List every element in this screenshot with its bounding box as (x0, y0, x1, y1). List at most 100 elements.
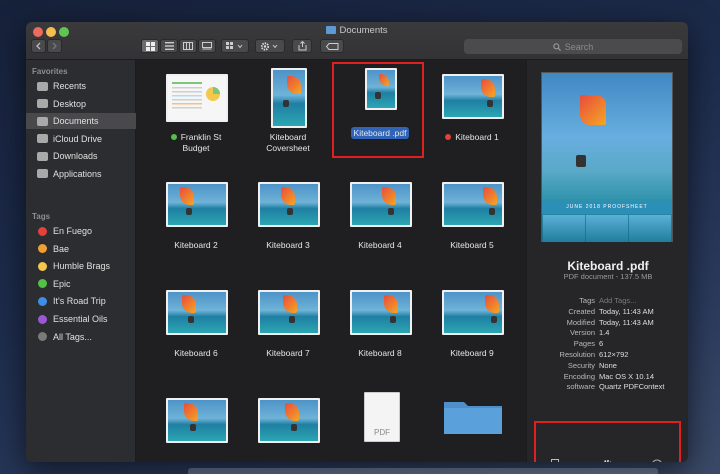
sidebar-item-desktop[interactable]: Desktop (26, 96, 136, 112)
share-button[interactable] (292, 39, 312, 53)
kite-image (580, 95, 606, 125)
file-name-label: Kiteboard 7 (240, 348, 336, 359)
desktop-icon (37, 99, 48, 108)
file-item[interactable] (148, 386, 244, 462)
sidebar-item-documents[interactable]: Documents (26, 113, 136, 129)
window-title-text: Documents (339, 25, 388, 36)
kiteboard-photo (350, 290, 412, 335)
file-name-label: Kiteboard 1 (424, 132, 520, 143)
sidebar-tag-bae[interactable]: Bae (26, 241, 136, 257)
quick-actions-highlight (534, 421, 681, 462)
back-button[interactable] (31, 39, 46, 53)
file-name-text: Kiteboard 4 (358, 240, 402, 250)
file-name-text: Kiteboard 8 (358, 348, 402, 358)
tags-heading: Tags (32, 212, 51, 221)
icon-view-button[interactable] (141, 39, 159, 53)
search-field[interactable]: Search (464, 39, 682, 54)
preview-file-kind: PDF document - 137.5 MB (563, 272, 653, 281)
column-view-button[interactable] (179, 39, 197, 53)
proof-photo-3 (629, 215, 671, 242)
action-menu-button[interactable] (255, 39, 285, 53)
metadata-value: 6 (599, 339, 604, 349)
file-item[interactable]: Kiteboard 7 (240, 278, 336, 378)
applications-icon (37, 169, 48, 178)
sidebar-item-recents[interactable]: Recents (26, 78, 136, 94)
sidebar-tag-it-s-road-trip[interactable]: It's Road Trip (26, 293, 136, 309)
file-item[interactable] (424, 386, 520, 462)
folder-icon (326, 26, 337, 34)
kiteboard-photo (166, 290, 228, 335)
file-name-text: Kiteboard 9 (450, 348, 494, 358)
metadata-value: Mac OS X 10.14 (599, 371, 655, 381)
file-item[interactable]: Kiteboard 2 (148, 170, 244, 270)
search-icon (552, 42, 561, 51)
gallery-view-icon (202, 42, 212, 50)
proofsheet-banner: JUNE 2018 PROOFSHEET (542, 201, 672, 214)
sidebar-tag-en-fuego[interactable]: En Fuego (26, 223, 136, 239)
file-item[interactable]: Kiteboard Coversheet (240, 62, 336, 162)
file-item[interactable]: Kiteboard 1 (424, 62, 520, 162)
favorites-heading: Favorites (32, 67, 68, 76)
file-name-text: Kiteboard 3 (266, 240, 310, 250)
window-title: Documents (26, 25, 688, 36)
forward-button[interactable] (47, 39, 62, 53)
group-by-button[interactable] (221, 39, 249, 53)
metadata-key: Security (567, 360, 595, 370)
sidebar-item-applications[interactable]: Applications (26, 166, 136, 182)
file-name-label: Kiteboard 4 (332, 240, 428, 251)
preview-thumbnail: JUNE 2018 PROOFSHEET (541, 72, 673, 242)
sidebar-tag-label: En Fuego (53, 226, 93, 236)
sidebar-item-downloads[interactable]: Downloads (26, 148, 136, 164)
file-item[interactable]: Kiteboard 6 (148, 278, 244, 378)
file-item[interactable]: Kiteboard 9 (424, 278, 520, 378)
sidebar-item-label: iCloud Drive (53, 133, 103, 144)
file-name-text: Kiteboard 2 (174, 240, 218, 250)
metadata-value: Today, 11:43 AM (599, 306, 654, 316)
tag-color-dot (170, 134, 177, 140)
list-view-icon (164, 42, 174, 50)
file-name-label: Kiteboard 8 (332, 348, 428, 359)
pdf-icon-label: PDF (374, 428, 390, 437)
metadata-key: Created (568, 306, 595, 316)
list-view-button[interactable] (160, 39, 178, 53)
preview-file-name: Kiteboard .pdf (567, 259, 649, 273)
sidebar-tag-essential-oils[interactable]: Essential Oils (26, 311, 136, 327)
kiteboard-photo (258, 290, 320, 335)
sidebar-tag-label: Essential Oils (53, 314, 108, 324)
edit-tags-button[interactable] (320, 39, 344, 53)
metadata-key: software (566, 382, 595, 392)
tag-color-dot (38, 279, 47, 289)
file-item[interactable]: Kiteboard 4 (332, 170, 428, 270)
proof-photo-2 (586, 215, 628, 242)
kiteboard-photo (166, 398, 228, 443)
tag-color-dot (445, 134, 452, 140)
pdf-document-icon: PDF (364, 392, 400, 442)
cloud-icon (37, 134, 48, 143)
metadata-value: 1.4 (599, 328, 610, 338)
file-item[interactable]: Kiteboard 5 (424, 170, 520, 270)
sidebar-tag-epic[interactable]: Epic (26, 276, 136, 292)
file-item[interactable]: Kiteboard 8 (332, 278, 428, 378)
file-item[interactable]: Franklin St Budget (148, 62, 244, 162)
kiteboard-photo (166, 182, 228, 227)
tag-icon (325, 42, 338, 50)
kiteboard-photo (442, 74, 504, 119)
file-item[interactable] (240, 386, 336, 462)
gallery-view-button[interactable] (198, 39, 216, 53)
tag-color-dot (38, 261, 47, 271)
add-tags-field[interactable]: Add Tags... (599, 296, 636, 307)
sidebar-tag-label: Bae (53, 243, 70, 254)
tag-color-dot (38, 314, 47, 324)
sidebar-item-icloud-drive[interactable]: iCloud Drive (26, 131, 136, 147)
file-item[interactable]: Kiteboard .pdf (332, 62, 428, 162)
sidebar-tag-label: Epic (53, 278, 71, 289)
tag-color-dot (38, 226, 47, 236)
file-name-label: Kiteboard 9 (424, 348, 520, 359)
finder-window: Documents Search Favorites Tags Recents … (26, 22, 688, 462)
chevron-left-icon (36, 42, 41, 50)
file-grid: Franklin St Budget Kiteboard Coversheet Ki… (136, 60, 526, 462)
sidebar-tag-humble-brags[interactable]: Humble Brags (26, 258, 136, 274)
file-item[interactable]: PDF (332, 386, 428, 462)
file-item[interactable]: Kiteboard 3 (240, 170, 336, 270)
sidebar-tag-all-tags-[interactable]: All Tags... (26, 329, 136, 345)
